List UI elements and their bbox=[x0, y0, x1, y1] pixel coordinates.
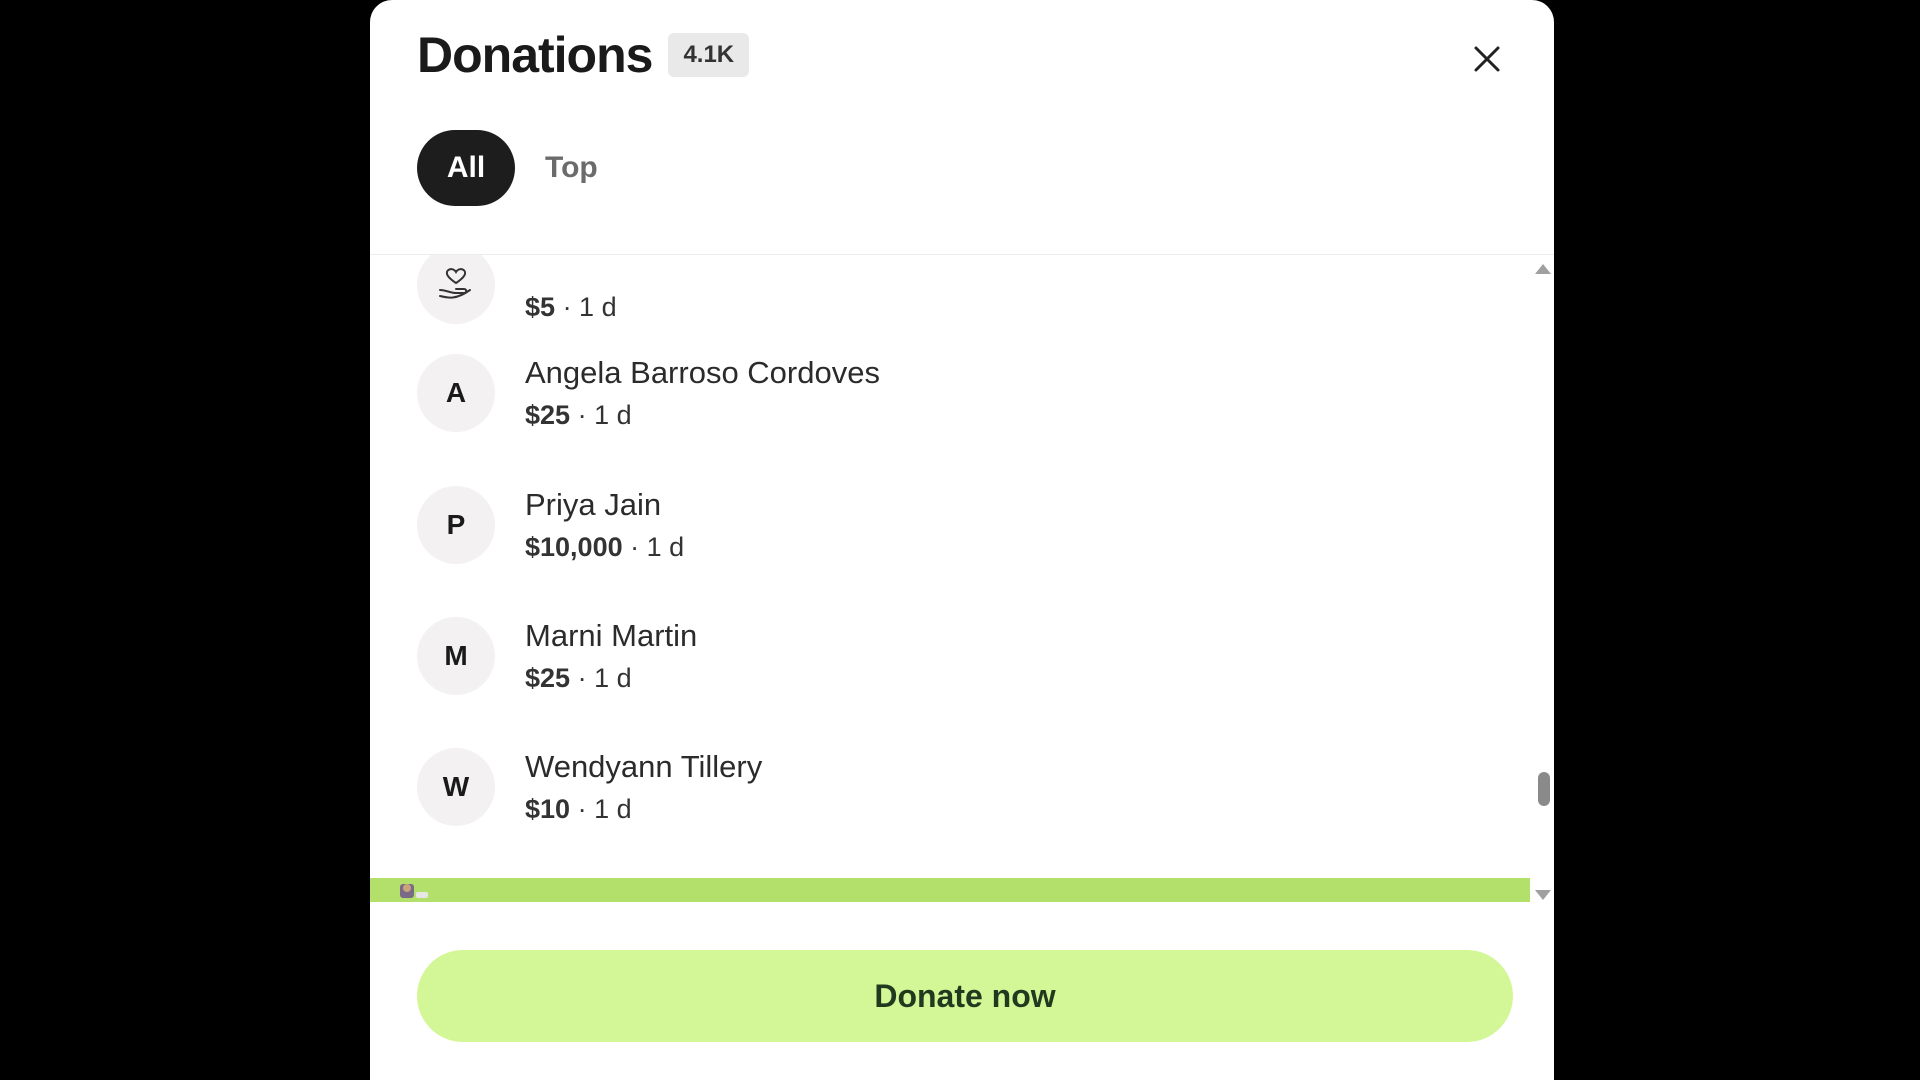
donor-name: Priya Jain bbox=[525, 487, 662, 522]
donation-time: · 1 d bbox=[577, 400, 632, 430]
list-item: A Angela Barroso Cordoves $25 · 1 d bbox=[417, 343, 880, 443]
donation-amount: $25 bbox=[525, 400, 571, 430]
modal-title: Donations bbox=[417, 27, 653, 83]
donation-meta: $10,000 · 1 d bbox=[525, 529, 684, 565]
count-badge: 4.1K bbox=[668, 33, 750, 77]
donation-amount: $10 bbox=[525, 794, 571, 824]
avatar: A bbox=[417, 354, 495, 432]
donation-amount: $25 bbox=[525, 663, 571, 693]
modal-footer: Donate now bbox=[370, 902, 1554, 1080]
donor-name: Marni Martin bbox=[525, 618, 698, 653]
hand-heart-icon bbox=[434, 260, 478, 311]
avatar bbox=[417, 255, 495, 324]
scroll-up-icon[interactable] bbox=[1535, 264, 1551, 274]
donor-name: Wendyann Tillery bbox=[525, 749, 763, 784]
close-icon[interactable] bbox=[1472, 44, 1502, 74]
donor-name bbox=[525, 255, 617, 285]
donation-amount: $10,000 bbox=[525, 532, 623, 562]
donation-meta: $5 · 1 d bbox=[525, 289, 617, 325]
tab-bar: All Top bbox=[417, 130, 598, 206]
donation-list[interactable]: $5 · 1 d A Angela Barroso Cordoves $25 ·… bbox=[370, 255, 1530, 878]
tab-top[interactable]: Top bbox=[545, 130, 598, 206]
tab-all[interactable]: All bbox=[417, 130, 515, 206]
donation-time: · 1 d bbox=[630, 532, 685, 562]
scrollbar[interactable] bbox=[1532, 262, 1554, 902]
list-item: M Marni Martin $25 · 1 d bbox=[417, 606, 697, 706]
list-item: W Wendyann Tillery $10 · 1 d bbox=[417, 737, 762, 837]
donation-time: · 1 d bbox=[562, 292, 617, 322]
donation-meta: $10 · 1 d bbox=[525, 791, 762, 827]
donation-meta: $25 · 1 d bbox=[525, 660, 697, 696]
donations-modal: Donations 4.1K All Top $5 · 1 d A Angela… bbox=[370, 0, 1554, 1080]
donor-name: Angela Barroso Cordoves bbox=[525, 355, 880, 390]
scrollbar-thumb[interactable] bbox=[1538, 772, 1550, 806]
scroll-down-icon[interactable] bbox=[1535, 890, 1551, 900]
avatar: P bbox=[417, 486, 495, 564]
avatar: M bbox=[417, 617, 495, 695]
donate-now-button[interactable]: Donate now bbox=[417, 950, 1513, 1042]
banner-strip bbox=[370, 878, 1530, 902]
donation-time: · 1 d bbox=[577, 794, 632, 824]
avatar: W bbox=[417, 748, 495, 826]
list-item: P Priya Jain $10,000 · 1 d bbox=[417, 475, 684, 575]
partial-image-icon bbox=[398, 880, 430, 900]
donation-meta: $25 · 1 d bbox=[525, 397, 880, 433]
donation-time: · 1 d bbox=[577, 663, 632, 693]
donation-amount: $5 bbox=[525, 292, 556, 322]
modal-header: Donations 4.1K bbox=[417, 26, 750, 84]
list-item: $5 · 1 d bbox=[417, 255, 617, 335]
